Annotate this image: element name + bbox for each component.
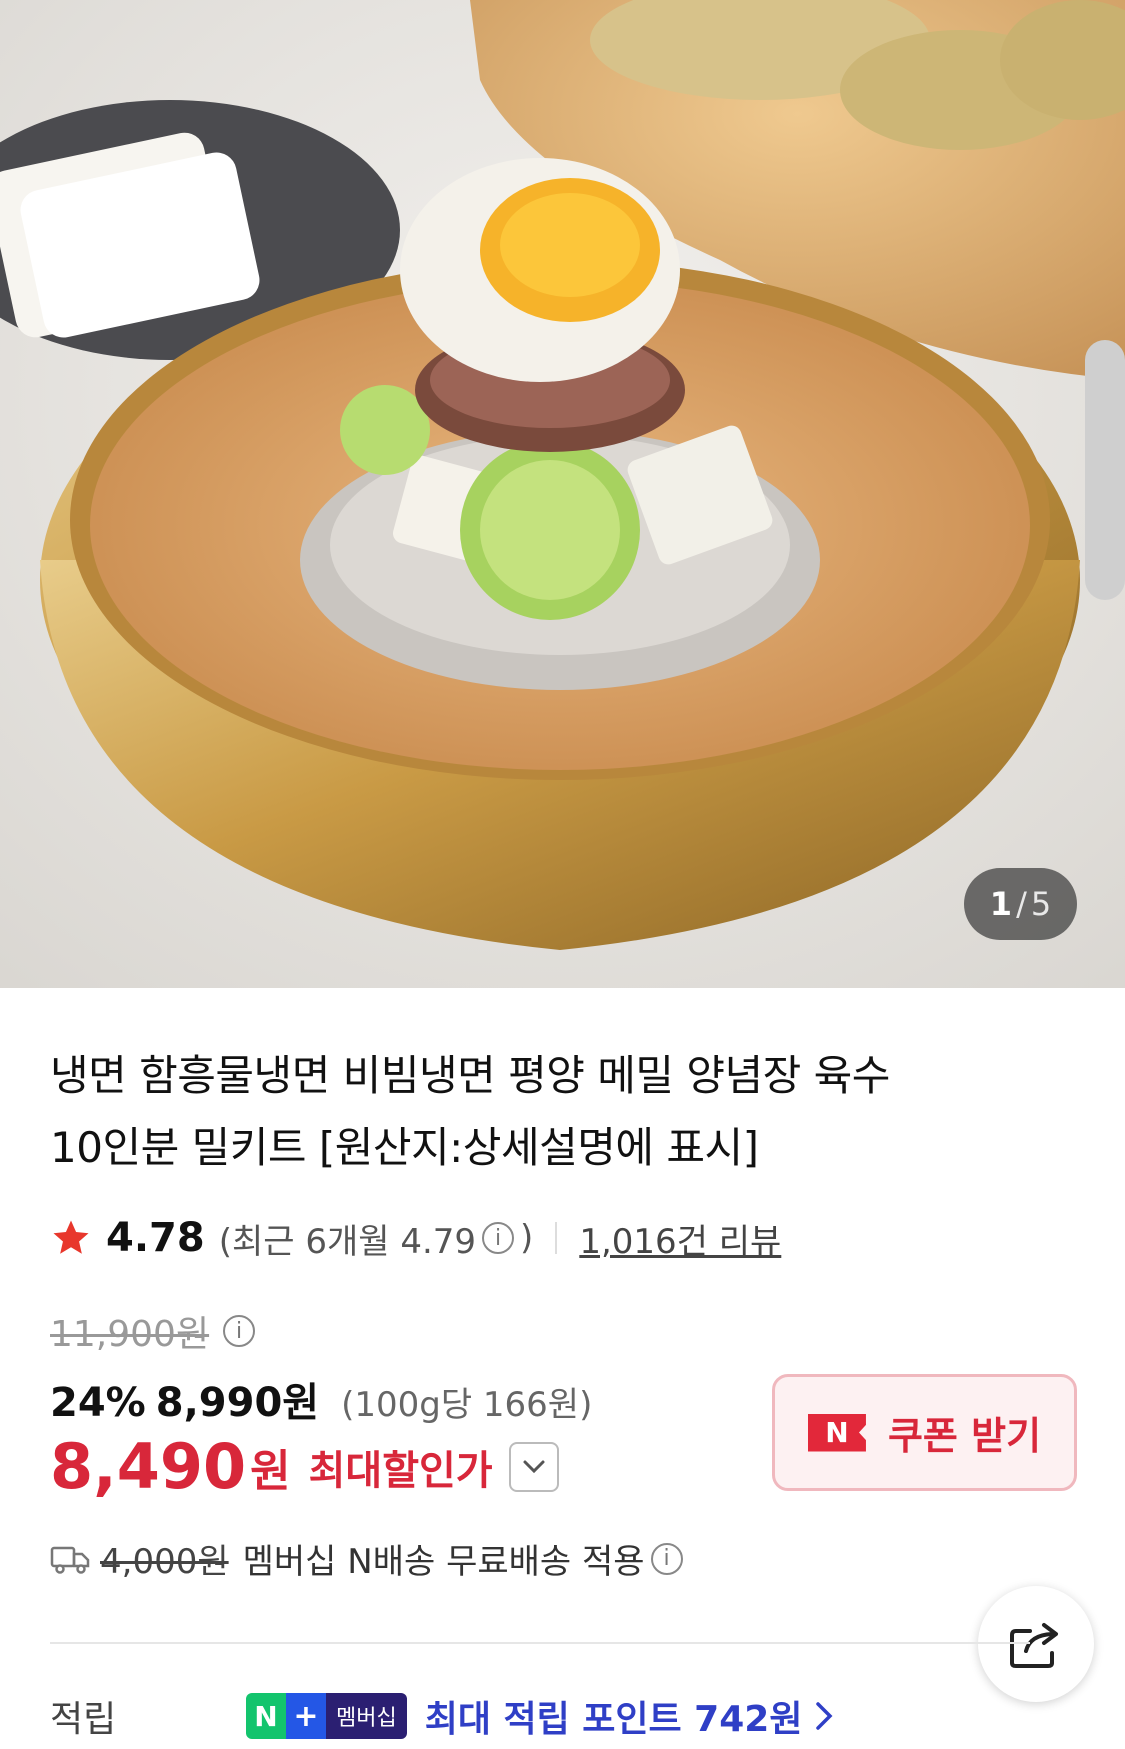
nplus-plus: +	[286, 1693, 326, 1739]
rating-recent-close: )	[520, 1218, 534, 1258]
share-icon	[1010, 1623, 1058, 1668]
points-row[interactable]: 적립 N + 멤버십 최대 적립 포인트 742원	[50, 1690, 834, 1742]
reviews-link[interactable]: 1,016건 리뷰	[579, 1214, 781, 1263]
coupon-button[interactable]: N 쿠폰 받기	[772, 1374, 1077, 1491]
sale-price-row: 24% 8,990원 (100g당 166원)	[50, 1370, 592, 1428]
naengmyeon-photo	[0, 0, 1125, 988]
coupon-n-badge: N	[807, 1413, 866, 1452]
final-price-label: 최대할인가	[308, 1447, 493, 1494]
product-title: 냉면 함흥물냉면 비빔냉면 평양 메밀 양념장 육수 10인분 밀키트 [원산지…	[50, 1040, 1050, 1184]
points-label: 적립	[50, 1699, 117, 1740]
coupon-label: 쿠폰 받기	[887, 1414, 1042, 1458]
rating-row: 4.78 (최근 6개월 4.79 i ) 1,016건 리뷰	[50, 1210, 781, 1266]
counter-total: 5	[1030, 885, 1052, 923]
shipping-text: 멤버십 N배송 무료배송 적용	[242, 1542, 645, 1582]
image-counter: 1 / 5	[964, 868, 1077, 940]
chevron-right-icon	[816, 1702, 833, 1730]
product-title-line2: 10인분 밀키트 [원산지:상세설명에 표시]	[50, 1123, 759, 1172]
points-text: 최대 적립 포인트 742원	[424, 1699, 803, 1740]
nplus-membership: 멤버십	[326, 1693, 407, 1739]
final-price-row: 8,490 원 최대할인가	[50, 1430, 559, 1503]
price-detail-toggle[interactable]	[508, 1441, 559, 1492]
product-title-line1: 냉면 함흥물냉면 비빔냉면 평양 메밀 양념장 육수	[50, 1051, 890, 1100]
sale-price: 8,990원	[155, 1380, 320, 1426]
discount-percent: 24%	[50, 1380, 146, 1426]
price-info-icon[interactable]: i	[223, 1315, 256, 1347]
section-divider	[50, 1642, 1030, 1644]
final-price: 8,490	[50, 1430, 247, 1503]
share-button[interactable]	[978, 1586, 1094, 1702]
star-icon	[53, 1220, 89, 1254]
truck-icon	[50, 1546, 90, 1574]
unit-price: (100g당 166원)	[341, 1385, 593, 1425]
nplus-membership-badge: N + 멤버십	[246, 1693, 407, 1739]
nplus-n: N	[246, 1693, 286, 1739]
shipping-row: 4,000원 멤버십 N배송 무료배송 적용 i	[50, 1534, 689, 1583]
original-price-row: 11,900원 i	[50, 1305, 261, 1357]
product-image[interactable]: 1 / 5	[0, 0, 1125, 988]
counter-separator: /	[1016, 885, 1027, 923]
info-icon[interactable]: i	[482, 1222, 515, 1254]
rating-score: 4.78	[106, 1215, 205, 1261]
rating-divider	[555, 1222, 558, 1254]
chevron-down-icon	[523, 1460, 545, 1473]
shipping-info-icon[interactable]: i	[650, 1542, 683, 1575]
final-price-currency: 원	[250, 1445, 291, 1497]
original-price: 11,900원	[50, 1314, 210, 1355]
shipping-fee: 4,000원	[100, 1542, 229, 1582]
rating-recent: (최근 6개월 4.79	[218, 1221, 477, 1262]
counter-current: 1	[989, 885, 1013, 923]
